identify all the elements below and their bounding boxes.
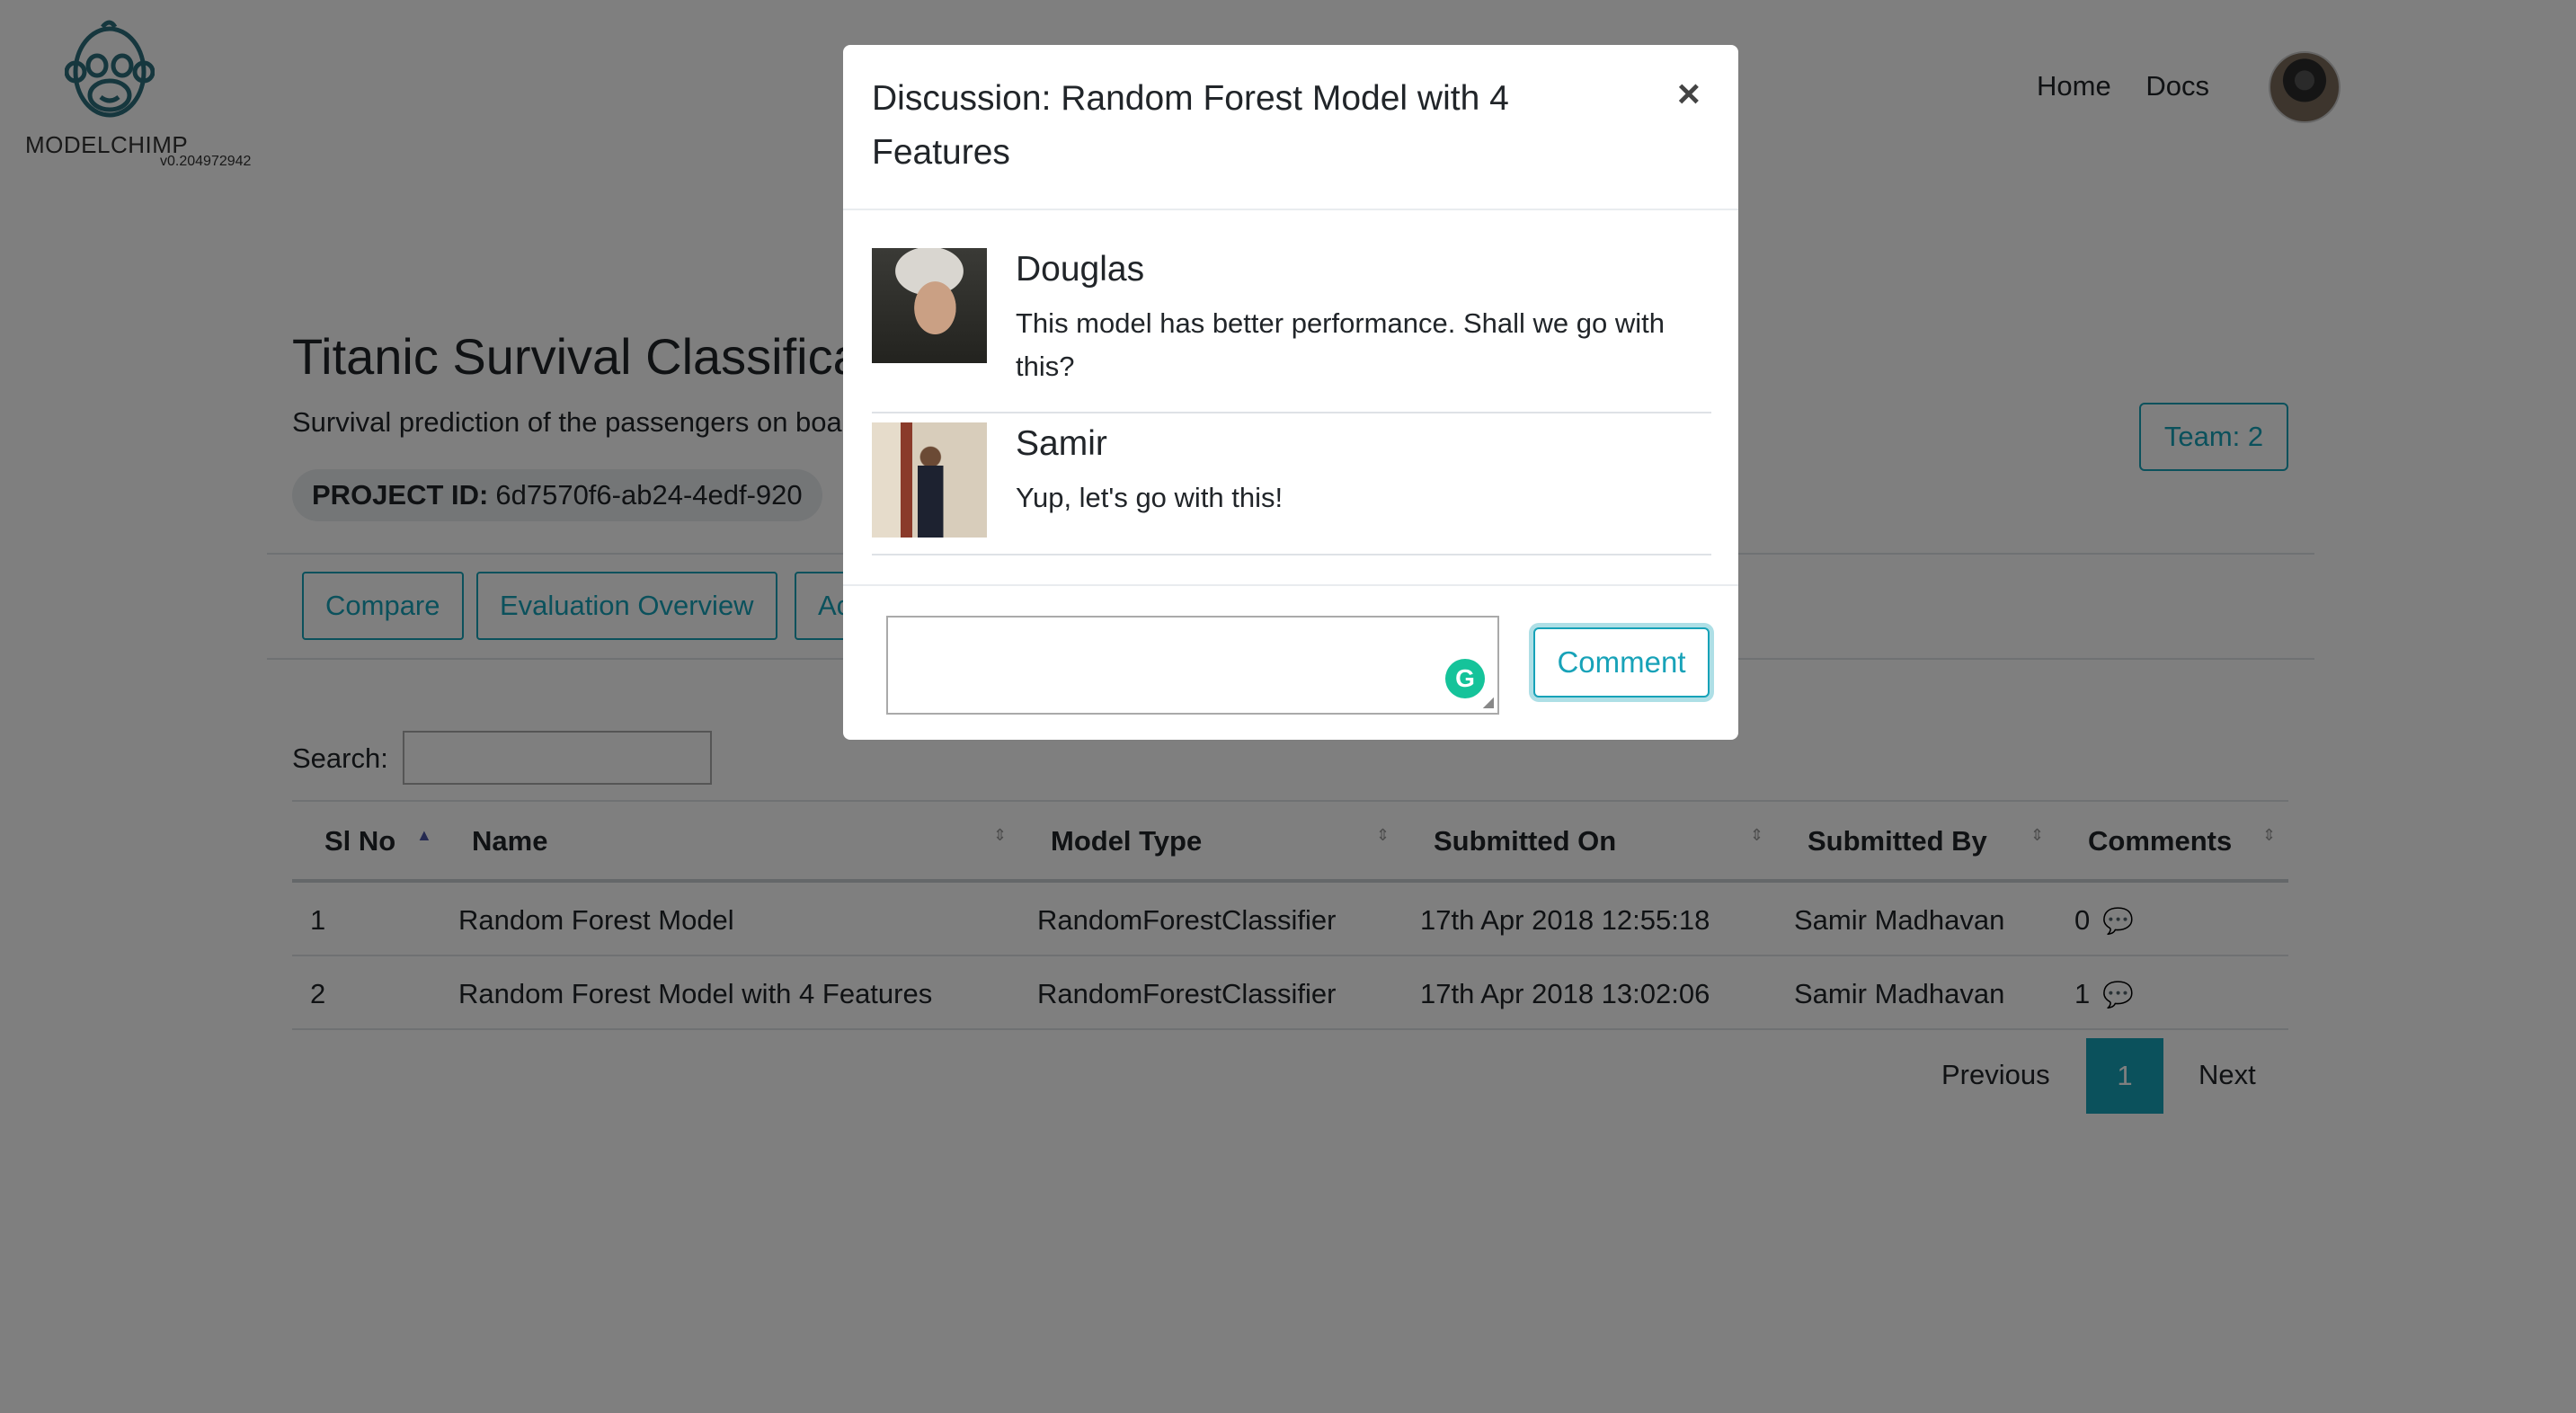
comment-item: Samir Yup, let's go with this! bbox=[872, 422, 1711, 555]
comment-item: Douglas This model has better performanc… bbox=[872, 248, 1711, 413]
close-icon[interactable]: × bbox=[1677, 72, 1701, 117]
modal-footer: G ◢ Comment bbox=[843, 584, 1738, 740]
modal-title: Discussion: Random Forest Model with 4 F… bbox=[872, 79, 1509, 172]
commenter-avatar bbox=[872, 422, 987, 538]
modal-header: Discussion: Random Forest Model with 4 F… bbox=[843, 45, 1738, 210]
comment-text: Yup, let's go with this! bbox=[1016, 482, 1284, 513]
comment-author: Samir bbox=[1016, 424, 1107, 463]
discussion-modal: Discussion: Random Forest Model with 4 F… bbox=[843, 45, 1738, 740]
grammarly-icon[interactable]: G bbox=[1445, 659, 1485, 698]
comment-author: Douglas bbox=[1016, 250, 1145, 289]
comment-textarea[interactable]: G ◢ bbox=[886, 616, 1499, 715]
resize-handle-icon[interactable]: ◢ bbox=[1483, 693, 1494, 711]
comment-submit-button[interactable]: Comment bbox=[1533, 627, 1710, 698]
comment-text: This model has better performance. Shall… bbox=[1016, 307, 1665, 382]
commenter-avatar bbox=[872, 248, 987, 363]
